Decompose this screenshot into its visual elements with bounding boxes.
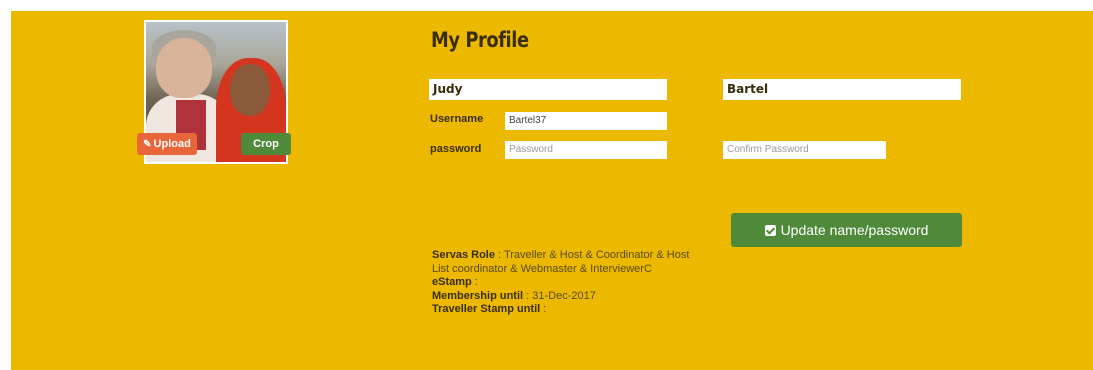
username-label: Username: [430, 113, 484, 125]
upload-label: Upload: [153, 138, 191, 150]
membership-until: Membership until : 31-Dec-2017: [432, 290, 692, 304]
membership-label: Membership until: [432, 289, 524, 302]
crop-label: Crop: [253, 138, 279, 150]
update-name-password-button[interactable]: Update name/password: [731, 213, 962, 247]
traveller-stamp-label: Traveller Stamp until: [432, 303, 541, 315]
confirm-password-input[interactable]: Confirm Password: [723, 141, 886, 159]
servas-role: Servas Role : Traveller & Host & Coordin…: [432, 249, 692, 276]
update-button-label: Update name/password: [780, 222, 929, 238]
traveller-stamp-value: :: [540, 303, 547, 315]
pencil-icon: ✎: [143, 139, 152, 150]
estamp: eStamp :: [432, 276, 692, 290]
servas-role-label: Servas Role: [432, 249, 495, 261]
membership-info: Servas Role : Traveller & Host & Coordin…: [432, 249, 692, 317]
password-label: password: [430, 143, 482, 155]
membership-value: : 31-Dec-2017: [523, 289, 596, 302]
estamp-label: eStamp: [432, 276, 472, 288]
estamp-value: :: [471, 276, 478, 288]
username-input[interactable]: Bartel37: [505, 112, 667, 130]
check-square-icon: [764, 224, 776, 236]
last-name-field[interactable]: Bartel: [723, 79, 961, 100]
page-title: My Profile: [431, 28, 529, 52]
password-input[interactable]: Password: [505, 141, 667, 159]
first-name-field[interactable]: Judy: [429, 79, 667, 100]
traveller-stamp-until: Traveller Stamp until :: [432, 303, 692, 317]
upload-button[interactable]: ✎ Upload: [137, 133, 197, 155]
crop-button[interactable]: Crop: [241, 133, 291, 155]
